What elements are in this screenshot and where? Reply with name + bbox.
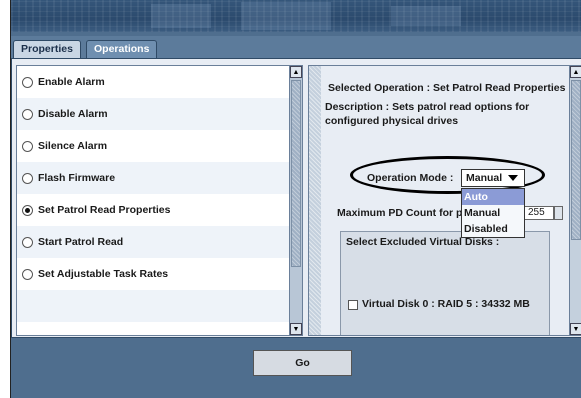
tab-properties[interactable]: Properties	[13, 40, 81, 58]
go-button[interactable]: Go	[253, 350, 352, 376]
list-item-empty	[17, 290, 289, 322]
scrollbar-thumb[interactable]	[291, 80, 301, 267]
radio-button[interactable]	[22, 76, 33, 88]
max-pd-count-label: Maximum PD Count for p	[337, 207, 463, 219]
operation-item-set-patrol-read-properties[interactable]: Set Patrol Read Properties	[17, 194, 289, 226]
operation-details-panel: Selected Operation : Set Patrol Read Pro…	[308, 65, 581, 336]
operation-label: Set Patrol Read Properties	[38, 204, 171, 216]
chevron-down-icon[interactable]	[508, 175, 518, 181]
virtual-disk-label: Virtual Disk 0 : RAID 5 : 34332 MB	[362, 298, 530, 310]
operation-mode-option-disabled[interactable]: Disabled	[462, 221, 524, 237]
operations-list-scrollbar[interactable]: ▲ ▼	[289, 66, 302, 335]
operation-mode-label: Operation Mode :	[367, 172, 454, 184]
scroll-up-arrow-icon[interactable]: ▲	[290, 66, 302, 78]
panel-divider	[309, 66, 321, 335]
radio-button[interactable]	[22, 268, 33, 280]
app-window: Properties Operations Enable Alarm Disab…	[10, 0, 581, 398]
operation-item-silence-alarm[interactable]: Silence Alarm	[17, 130, 289, 162]
operations-panel: Enable Alarm Disable Alarm Silence Alarm…	[11, 58, 581, 338]
operation-mode-select[interactable]: Manual	[461, 169, 525, 187]
max-pd-count-stepper[interactable]	[554, 206, 563, 220]
radio-button-selected[interactable]	[22, 204, 33, 216]
tab-bar: Properties Operations	[11, 36, 581, 58]
operation-label: Start Patrol Read	[38, 236, 124, 248]
description-text-line1: Description : Sets patrol read options f…	[325, 101, 530, 113]
operation-label: Enable Alarm	[38, 76, 105, 88]
description-text-line2: configured physical drives	[325, 115, 459, 127]
tab-operations[interactable]: Operations	[86, 40, 158, 58]
operations-list: Enable Alarm Disable Alarm Silence Alarm…	[17, 66, 289, 335]
operations-list-panel: Enable Alarm Disable Alarm Silence Alarm…	[16, 65, 303, 336]
operation-item-set-adjustable-task-rates[interactable]: Set Adjustable Task Rates	[17, 258, 289, 290]
radio-button[interactable]	[22, 172, 33, 184]
scroll-down-arrow-icon[interactable]: ▼	[290, 323, 302, 335]
operation-item-start-patrol-read[interactable]: Start Patrol Read	[17, 226, 289, 258]
operation-label: Flash Firmware	[38, 172, 116, 184]
operation-mode-value: Manual	[466, 172, 503, 184]
radio-button[interactable]	[22, 108, 33, 120]
radio-button[interactable]	[22, 140, 33, 152]
selected-operation-text: Selected Operation : Set Patrol Read Pro…	[328, 82, 566, 94]
scroll-down-arrow-icon[interactable]: ▼	[570, 323, 581, 335]
operation-mode-option-manual[interactable]: Manual	[462, 205, 524, 221]
operation-label: Disable Alarm	[38, 108, 108, 120]
operation-label: Set Adjustable Task Rates	[38, 268, 169, 280]
virtual-disk-checkbox[interactable]	[348, 300, 358, 310]
scrollbar-thumb[interactable]	[571, 80, 581, 240]
radio-button[interactable]	[22, 236, 33, 248]
scroll-up-arrow-icon[interactable]: ▲	[570, 66, 581, 78]
operation-mode-option-auto[interactable]: Auto	[462, 189, 524, 205]
operation-mode-dropdown: Auto Manual Disabled	[461, 188, 525, 238]
header-banner	[11, 0, 581, 32]
operation-item-flash-firmware[interactable]: Flash Firmware	[17, 162, 289, 194]
excluded-virtual-disks-group: Select Excluded Virtual Disks : Virtual …	[340, 231, 550, 335]
details-scrollbar[interactable]: ▲ ▼	[569, 66, 581, 335]
max-pd-count-input[interactable]: 255	[524, 206, 554, 220]
operation-label: Silence Alarm	[38, 140, 108, 152]
operation-item-disable-alarm[interactable]: Disable Alarm	[17, 98, 289, 130]
operation-item-enable-alarm[interactable]: Enable Alarm	[17, 66, 289, 98]
